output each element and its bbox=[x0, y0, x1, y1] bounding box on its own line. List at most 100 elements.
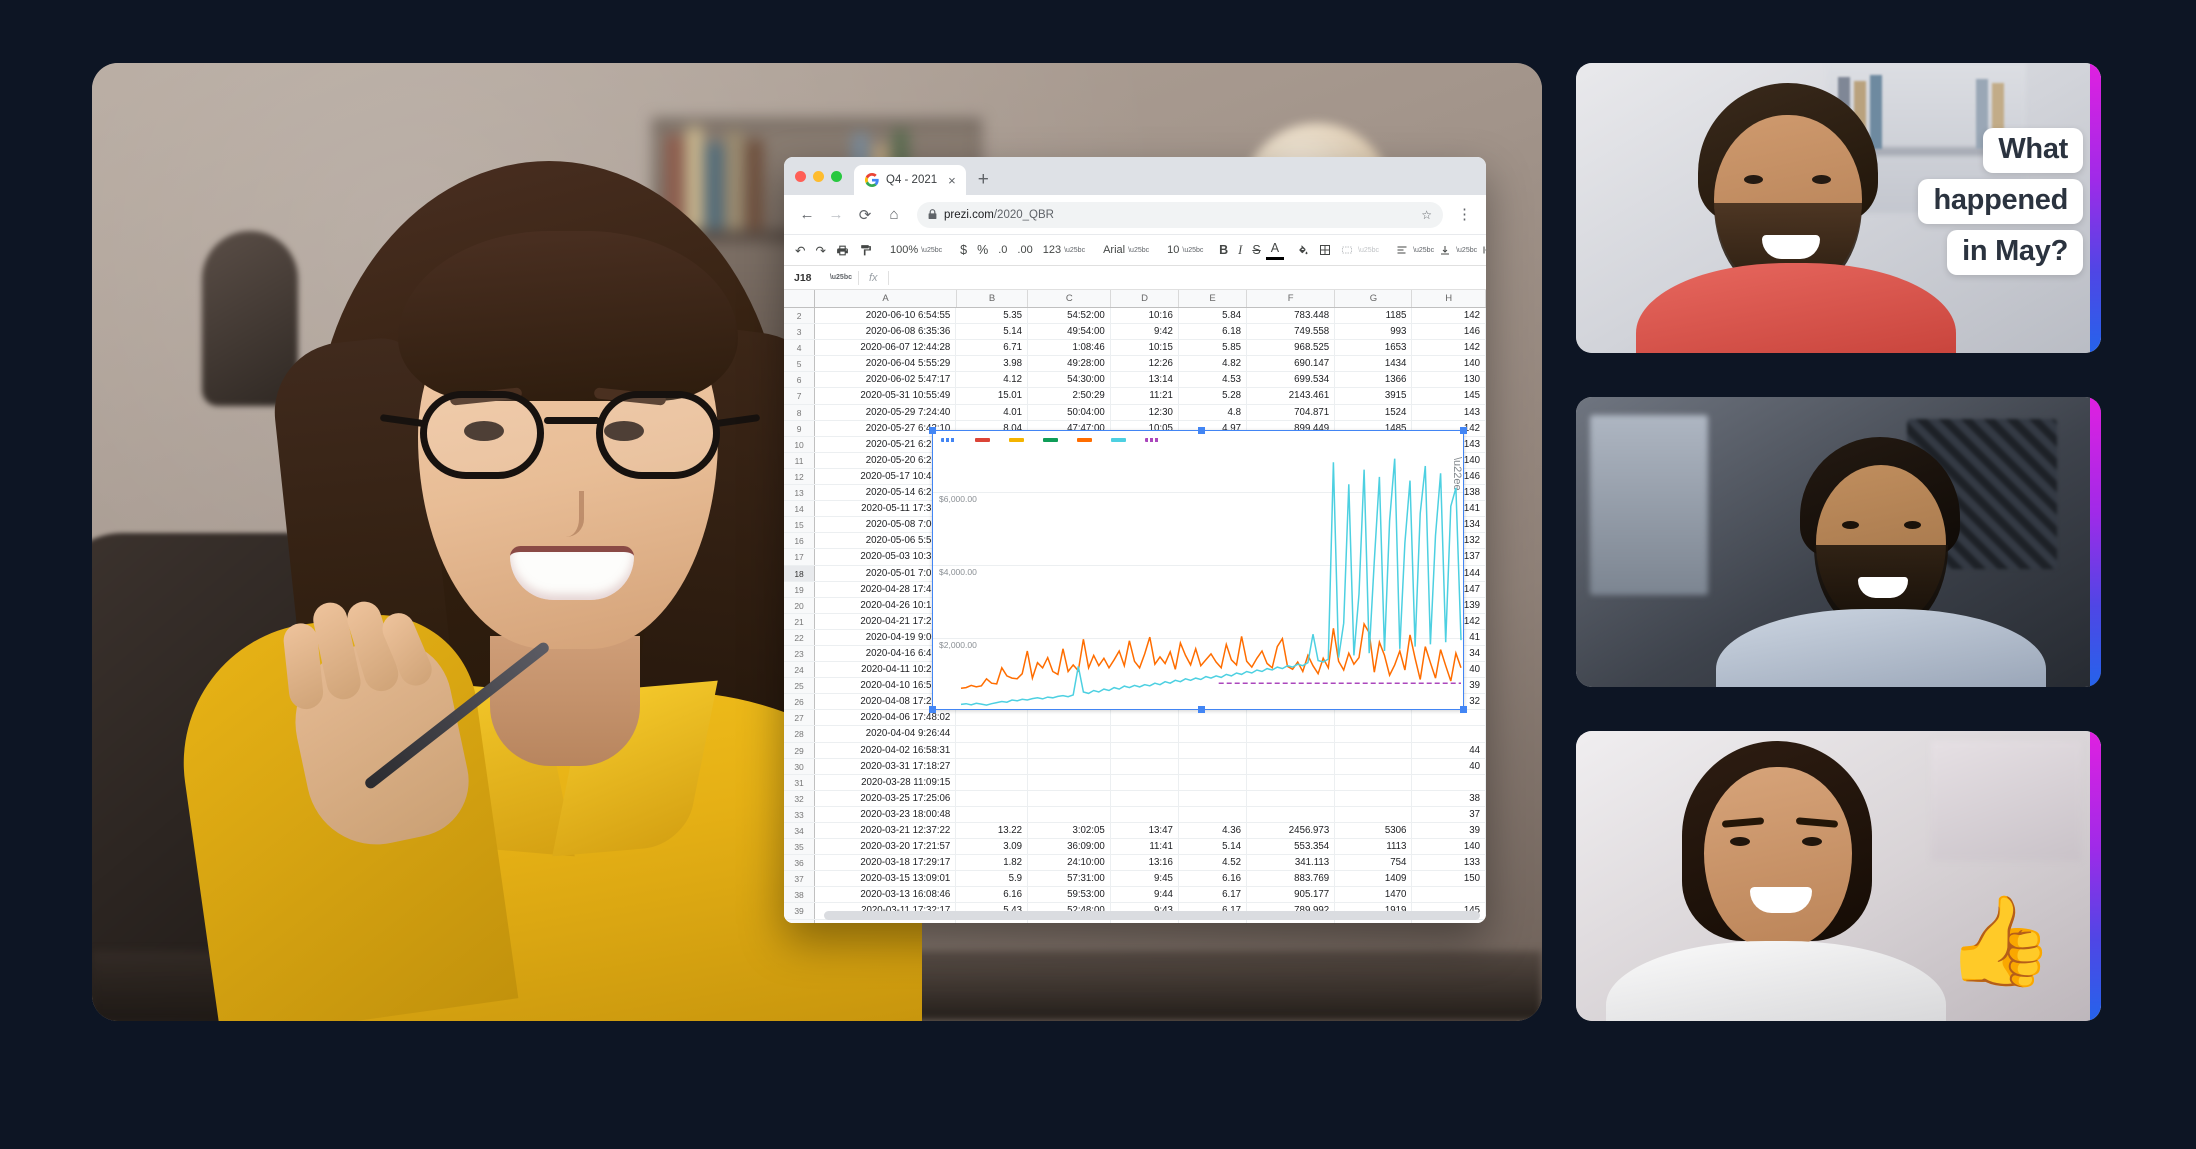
cell[interactable]: 2020-05-31 10:55:49 bbox=[815, 388, 957, 404]
cell[interactable]: 59:53:00 bbox=[1028, 887, 1111, 903]
table-row[interactable]: 402020-03-08 10:30:0912.022:06:2410:315.… bbox=[784, 919, 1486, 923]
cell[interactable]: 2:50:29 bbox=[1028, 388, 1111, 404]
percent-format-button[interactable]: % bbox=[972, 238, 993, 262]
cell[interactable] bbox=[956, 742, 1029, 758]
table-row[interactable]: 33 2020-03-23 18:00:48 37 bbox=[784, 806, 1486, 823]
cell[interactable] bbox=[1028, 742, 1111, 758]
new-tab-button[interactable]: + bbox=[966, 165, 1001, 195]
cell[interactable]: 993 bbox=[1335, 324, 1413, 340]
row-header-29[interactable]: 29 bbox=[784, 742, 816, 758]
cell[interactable] bbox=[1247, 774, 1336, 790]
cell[interactable] bbox=[1247, 790, 1336, 806]
reload-icon[interactable]: ⟳ bbox=[852, 202, 878, 228]
cell[interactable]: 12:26 bbox=[1111, 356, 1179, 372]
cell[interactable]: 5.14 bbox=[1179, 839, 1247, 855]
cell[interactable] bbox=[1179, 742, 1247, 758]
cell[interactable]: 2143.461 bbox=[1247, 388, 1336, 404]
cell[interactable] bbox=[1335, 758, 1413, 774]
cell[interactable]: 1409 bbox=[1335, 871, 1413, 887]
cell[interactable]: 1524 bbox=[1335, 404, 1413, 420]
cell[interactable]: 141 bbox=[1412, 919, 1486, 923]
cell[interactable]: 905.177 bbox=[1247, 887, 1336, 903]
cell[interactable]: 2020-03-20 17:21:57 bbox=[815, 839, 957, 855]
cell[interactable] bbox=[1028, 806, 1111, 822]
cell[interactable]: 883.769 bbox=[1247, 871, 1336, 887]
zoom-selector[interactable]: 100% \u25bc bbox=[885, 239, 947, 261]
cell[interactable]: 37 bbox=[1412, 806, 1486, 822]
bookmark-icon[interactable]: ☆ bbox=[1421, 208, 1432, 222]
cell[interactable]: 2020-06-10 6:54:55 bbox=[815, 308, 957, 324]
cell[interactable]: 6.16 bbox=[1179, 871, 1247, 887]
table-row[interactable]: 37 2020-03-15 13:09:01 5.9 57:31:00 9:45 6.16… bbox=[784, 871, 1486, 888]
cell[interactable] bbox=[1028, 774, 1111, 790]
cell[interactable]: 2020-03-31 17:18:27 bbox=[815, 758, 957, 774]
text-wrap-icon[interactable] bbox=[1477, 238, 1486, 262]
cell[interactable]: 5.14 bbox=[956, 324, 1029, 340]
table-row[interactable]: 5 2020-06-04 5:55:29 3.98 49:28:00 12:26 4.82… bbox=[784, 356, 1486, 373]
row-header-15[interactable]: 15 bbox=[784, 517, 816, 533]
table-row[interactable]: 31 2020-03-28 11:09:15 bbox=[784, 774, 1486, 791]
row-header-27[interactable]: 27 bbox=[784, 710, 816, 726]
cell[interactable]: 1185 bbox=[1335, 308, 1413, 324]
column-header-H[interactable]: H bbox=[1412, 290, 1486, 307]
cell[interactable] bbox=[1111, 758, 1179, 774]
table-row[interactable]: 6 2020-06-02 5:47:17 4.12 54:30:00 13:14 4.53… bbox=[784, 372, 1486, 389]
row-header-21[interactable]: 21 bbox=[784, 613, 816, 629]
cell[interactable] bbox=[1111, 806, 1179, 822]
number-format-selector[interactable]: 123 \u25bc bbox=[1038, 239, 1090, 261]
row-header-19[interactable]: 19 bbox=[784, 581, 816, 597]
row-header-13[interactable]: 13 bbox=[784, 485, 816, 501]
cell[interactable]: 38 bbox=[1412, 790, 1486, 806]
cell[interactable] bbox=[1335, 790, 1413, 806]
chart-resize-handle[interactable] bbox=[1460, 427, 1467, 434]
row-header-14[interactable]: 14 bbox=[784, 501, 816, 517]
cell[interactable]: 4.12 bbox=[956, 372, 1029, 388]
cell[interactable]: 6.18 bbox=[1179, 324, 1247, 340]
cell[interactable] bbox=[956, 774, 1029, 790]
bold-button[interactable]: B bbox=[1214, 238, 1233, 262]
name-box[interactable]: J18 \u25bc bbox=[784, 272, 858, 284]
row-header-28[interactable]: 28 bbox=[784, 726, 816, 742]
cell[interactable]: 2020-03-08 10:30:09 bbox=[815, 919, 957, 923]
cell[interactable]: 50:04:00 bbox=[1028, 404, 1111, 420]
cell[interactable]: 6.71 bbox=[956, 340, 1029, 356]
column-header-E[interactable]: E bbox=[1179, 290, 1248, 307]
row-header-23[interactable]: 23 bbox=[784, 645, 816, 662]
cell[interactable]: 5306 bbox=[1335, 823, 1413, 839]
cell[interactable]: 4.8 bbox=[1179, 404, 1247, 420]
row-header-38[interactable]: 38 bbox=[784, 887, 816, 903]
cell[interactable]: 130 bbox=[1412, 372, 1486, 388]
cell[interactable]: 690.147 bbox=[1247, 356, 1336, 372]
table-row[interactable]: 2 2020-06-10 6:54:55 5.35 54:52:00 10:16 5.84… bbox=[784, 308, 1486, 325]
home-icon[interactable]: ⌂ bbox=[881, 202, 907, 228]
cell[interactable]: 2020-04-02 16:58:31 bbox=[815, 742, 957, 758]
cell[interactable]: 2020-03-21 12:37:22 bbox=[815, 823, 957, 839]
borders-icon[interactable] bbox=[1314, 238, 1336, 262]
row-header-8[interactable]: 8 bbox=[784, 404, 816, 420]
cell[interactable]: 57:31:00 bbox=[1028, 871, 1111, 887]
row-header-30[interactable]: 30 bbox=[784, 758, 816, 774]
cell[interactable] bbox=[1179, 726, 1247, 742]
strikethrough-button[interactable]: S bbox=[1247, 238, 1265, 262]
spreadsheet-grid[interactable]: ABCDEFGH 2 2020-06-10 6:54:55 5.35 54:52:00… bbox=[784, 290, 1486, 923]
row-header-10[interactable]: 10 bbox=[784, 436, 816, 452]
cell[interactable] bbox=[1247, 710, 1336, 726]
cell[interactable] bbox=[1179, 758, 1247, 774]
row-header-26[interactable]: 26 bbox=[784, 694, 816, 710]
address-bar[interactable]: prezi.com/2020_QBR ☆ bbox=[917, 201, 1443, 228]
cell[interactable]: 1.82 bbox=[956, 855, 1029, 871]
cell[interactable]: 49:54:00 bbox=[1028, 324, 1111, 340]
cell[interactable] bbox=[1412, 887, 1486, 903]
cell[interactable]: 9:42 bbox=[1111, 324, 1179, 340]
cell[interactable]: 10:31 bbox=[1111, 919, 1179, 923]
cell[interactable] bbox=[1111, 790, 1179, 806]
cell[interactable]: 4.01 bbox=[956, 404, 1029, 420]
cell[interactable]: 968.525 bbox=[1247, 340, 1336, 356]
cell[interactable]: 699.534 bbox=[1247, 372, 1336, 388]
cell[interactable] bbox=[1028, 790, 1111, 806]
back-icon[interactable]: ← bbox=[794, 202, 820, 228]
merge-cells-icon[interactable] bbox=[1336, 238, 1358, 262]
cell[interactable] bbox=[1412, 710, 1486, 726]
row-header-20[interactable]: 20 bbox=[784, 597, 816, 613]
cell[interactable]: 12.02 bbox=[956, 919, 1029, 923]
